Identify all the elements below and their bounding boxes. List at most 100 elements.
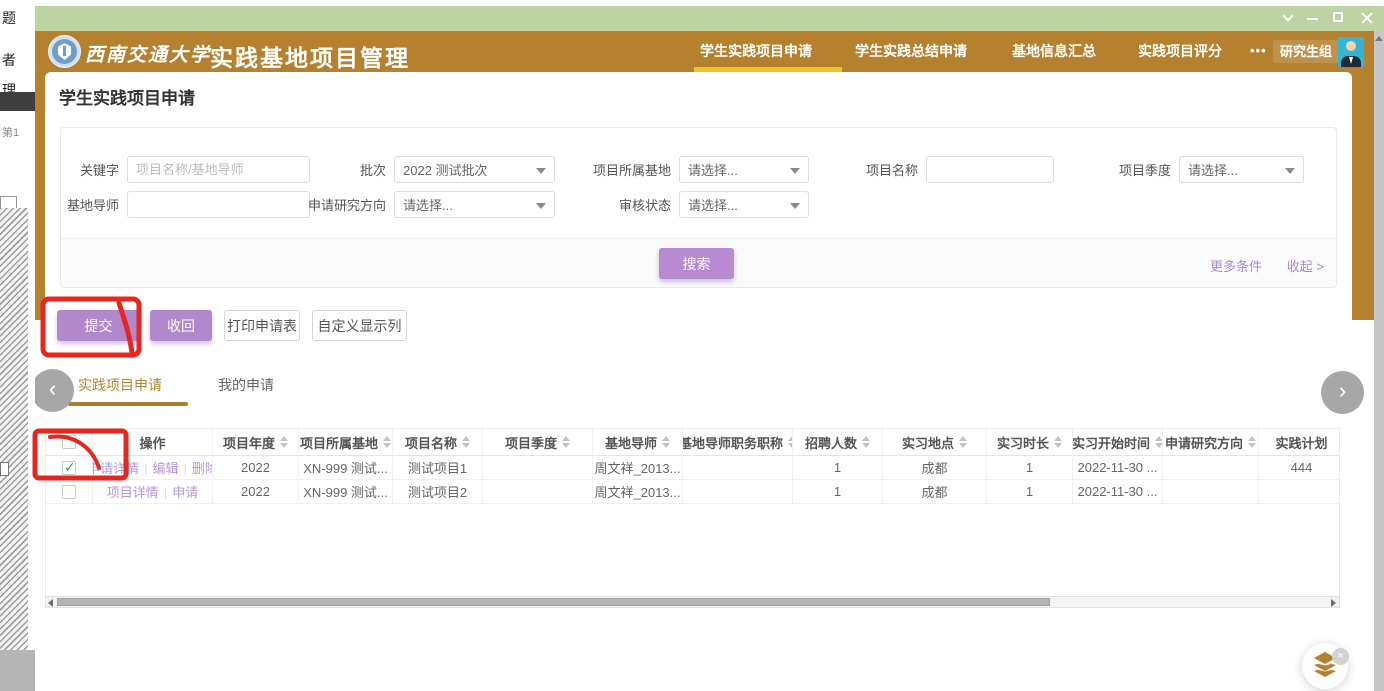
- withdraw-button[interactable]: 收回: [150, 310, 212, 341]
- app-header: 西南交通大学 实践基地项目管理 学生实践项目申请 学生实践总结申请 基地信息汇总…: [35, 31, 1374, 72]
- tab-practice-project-apply[interactable]: 实践项目申请: [78, 375, 162, 395]
- link-apply-detail[interactable]: 申请详情: [93, 458, 139, 477]
- submit-button[interactable]: 提交: [57, 310, 140, 341]
- header-cell-select: [46, 429, 93, 456]
- window-titlebar: [35, 6, 1384, 31]
- header-cell-duration: 实习时长: [987, 429, 1073, 456]
- nav-more-icon[interactable]: •••: [1250, 31, 1267, 72]
- cell-start: 2022-11-30 ...: [1073, 480, 1163, 504]
- header-cell-recruit: 招聘人数: [793, 429, 883, 456]
- header-cell-quarter: 项目季度: [483, 429, 593, 456]
- cell-year: 2022: [213, 480, 299, 504]
- nav-item-base-info[interactable]: 基地信息汇总: [1012, 31, 1096, 72]
- mentor-input[interactable]: [127, 191, 310, 218]
- window-maximize-icon[interactable]: [1333, 12, 1343, 22]
- cell-duration: 1: [987, 480, 1073, 504]
- cell-duration: 1: [987, 456, 1073, 480]
- projects-table: 操作 项目年度 项目所属基地 项目名称 项目季度 基地导师 基地导师职务职称 招…: [45, 428, 1340, 596]
- sort-icon[interactable]: [562, 436, 570, 448]
- cell-quarter: [483, 456, 593, 480]
- direction-select[interactable]: 请选择...: [394, 191, 555, 218]
- cell-plan: 444: [1259, 456, 1340, 480]
- background-hatch-pattern: [0, 208, 28, 650]
- keyword-label: 关键字: [75, 160, 119, 179]
- direction-label: 申请研究方向: [306, 195, 386, 214]
- scrollbar-thumb[interactable]: [57, 598, 1050, 606]
- sort-icon[interactable]: [1155, 436, 1163, 448]
- cell-base: XN-999 测试...: [299, 456, 393, 480]
- table-row: 项目详情申请 2022 XN-999 测试... 测试项目2 周文祥_2013.…: [46, 480, 1340, 504]
- keyword-input[interactable]: [127, 156, 310, 183]
- university-name: 西南交通大学: [85, 40, 211, 67]
- select-all-checkbox[interactable]: [62, 435, 76, 449]
- window-restore-icon[interactable]: [1282, 10, 1293, 21]
- customize-columns-button[interactable]: 自定义显示列: [312, 310, 407, 341]
- nav-item-project-score[interactable]: 实践项目评分: [1138, 31, 1222, 72]
- sort-icon[interactable]: [462, 436, 470, 448]
- search-button[interactable]: 搜索: [659, 248, 734, 279]
- background-square: [0, 462, 9, 476]
- user-avatar[interactable]: [1338, 37, 1364, 67]
- background-gray-block: [0, 650, 35, 691]
- window-close-icon[interactable]: [1361, 12, 1372, 23]
- row-actions: 申请详情编辑删除: [93, 456, 213, 480]
- cell-direction: [1163, 480, 1259, 504]
- header-cell-direction: 申请研究方向: [1163, 429, 1259, 456]
- table-empty-area: [46, 504, 1340, 593]
- cell-name: 测试项目1: [393, 456, 483, 480]
- sort-icon[interactable]: [1054, 436, 1062, 448]
- sort-icon[interactable]: [862, 436, 870, 448]
- collapse-link[interactable]: 收起 >: [1287, 256, 1324, 275]
- header-cell-plan: 实践计划: [1259, 429, 1340, 456]
- header-cell-name: 项目名称: [393, 429, 483, 456]
- link-project-detail[interactable]: 项目详情: [107, 482, 159, 501]
- scroll-left-icon[interactable]: [48, 599, 53, 607]
- more-conditions-link[interactable]: 更多条件: [1210, 256, 1262, 275]
- quarter-value: 请选择...: [1188, 160, 1238, 179]
- chevron-down-icon: [536, 203, 546, 209]
- base-select[interactable]: 请选择...: [679, 156, 809, 183]
- print-application-button[interactable]: 打印申请表: [224, 310, 300, 341]
- active-tab-underline: [68, 402, 188, 406]
- sort-icon[interactable]: [662, 436, 670, 448]
- status-select[interactable]: 请选择...: [679, 191, 809, 218]
- background-dark-bar: [0, 92, 35, 111]
- cell-recruit: 1: [793, 456, 883, 480]
- tabs-next-button[interactable]: ›: [1321, 371, 1364, 414]
- link-edit[interactable]: 编辑: [139, 458, 178, 477]
- sort-icon[interactable]: [280, 436, 288, 448]
- cell-mentor-title: [683, 456, 793, 480]
- cell-base: XN-999 测试...: [299, 480, 393, 504]
- sort-icon[interactable]: [959, 436, 967, 448]
- project-name-input[interactable]: [926, 156, 1054, 183]
- scroll-right-icon[interactable]: [1331, 599, 1336, 607]
- link-delete[interactable]: 删除: [179, 458, 213, 477]
- chevron-down-icon: [790, 203, 800, 209]
- header-cell-year: 项目年度: [213, 429, 299, 456]
- row-checkbox[interactable]: [62, 485, 76, 499]
- cell-name: 测试项目2: [393, 480, 483, 504]
- window-minimize-icon[interactable]: [1307, 18, 1318, 20]
- floating-button-close-icon[interactable]: ×: [1332, 648, 1349, 665]
- table-header-row: 操作 项目年度 项目所属基地 项目名称 项目季度 基地导师 基地导师职务职称 招…: [46, 429, 1340, 456]
- chevron-down-icon: [536, 168, 546, 174]
- background-app-left: 题 者 理 第1: [0, 0, 35, 691]
- nav-item-student-summary-apply[interactable]: 学生实践总结申请: [855, 31, 967, 72]
- row-checkbox-checked[interactable]: ✓: [62, 461, 76, 475]
- quarter-select[interactable]: 请选择...: [1179, 156, 1304, 183]
- tab-my-applications[interactable]: 我的申请: [218, 375, 274, 395]
- app-page: 西南交通大学 实践基地项目管理 学生实践项目申请 学生实践总结申请 基地信息汇总…: [35, 31, 1374, 691]
- header-cell-base: 项目所属基地: [299, 429, 393, 456]
- sort-icon[interactable]: [383, 436, 391, 448]
- cell-year: 2022: [213, 456, 299, 480]
- batch-select[interactable]: 2022 测试批次: [394, 156, 555, 183]
- cell-mentor: 周文祥_2013...: [593, 480, 683, 504]
- chevron-right-icon: ›: [1339, 378, 1346, 403]
- nav-item-student-project-apply[interactable]: 学生实践项目申请: [700, 31, 812, 72]
- link-apply[interactable]: 申请: [159, 482, 198, 501]
- table-horizontal-scrollbar[interactable]: [45, 596, 1340, 608]
- base-label: 项目所属基地: [589, 160, 671, 179]
- sort-icon[interactable]: [1248, 436, 1256, 448]
- university-logo-icon: [48, 35, 81, 68]
- cell-start: 2022-11-30 ...: [1073, 456, 1163, 480]
